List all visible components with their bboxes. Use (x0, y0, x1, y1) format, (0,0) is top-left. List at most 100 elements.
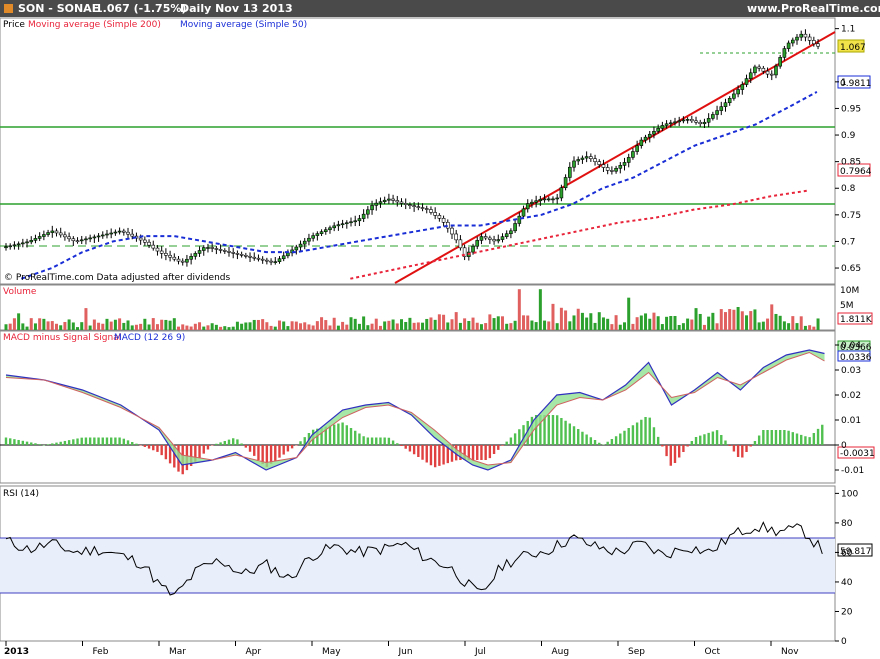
macd-hist-bar (286, 445, 290, 452)
price-panel[interactable] (0, 17, 836, 285)
macd-hist-bar (25, 441, 29, 445)
candle-body (260, 258, 265, 261)
macd-hist-bar (480, 445, 483, 460)
volume-bar (256, 319, 260, 330)
volume-bar (694, 308, 698, 330)
candle-body (332, 225, 336, 229)
macd-hist-bar (686, 445, 689, 447)
macd-hist-bar (17, 439, 20, 445)
macd-panel[interactable] (0, 330, 836, 484)
macd-hist-bar (404, 445, 407, 449)
candle-body (382, 199, 387, 202)
site-url: www.ProRealTime.com (747, 2, 880, 15)
candle-body (534, 200, 538, 203)
volume-bar (374, 318, 378, 330)
volume-bar (787, 323, 791, 330)
volume-last-value: 1.811K (840, 315, 873, 325)
candle-body (37, 236, 42, 239)
candle-body (488, 237, 492, 240)
macd-hist-bar (223, 441, 226, 445)
y-tick-label: 40 (841, 578, 853, 588)
macd-hist-bar (425, 445, 428, 463)
macd-hist-bar (274, 445, 277, 461)
volume-bar (134, 324, 138, 330)
volume-bar (728, 309, 732, 330)
candle-body (723, 102, 728, 107)
candle-body (151, 244, 156, 249)
macd-hist-bar (215, 443, 218, 445)
candle-body (235, 253, 240, 255)
macd-hist-bar (711, 431, 715, 445)
volume-bar (328, 325, 332, 330)
volume-bar (601, 317, 605, 330)
macd-hist-bar (114, 437, 117, 445)
candle-body (33, 238, 38, 241)
candle-body (248, 255, 252, 258)
macd-hist-bar (795, 433, 799, 445)
macd-hist-bar (513, 433, 517, 445)
macd-hist-bar (762, 430, 765, 445)
macd-hist-bar (715, 430, 719, 445)
volume-bar (572, 315, 576, 330)
volume-bar (803, 325, 807, 330)
macd-hist-bar (791, 432, 795, 445)
candle-body (458, 239, 463, 249)
x-tick-label: Aug (552, 647, 570, 657)
volume-bar (362, 316, 366, 330)
volume-bar (324, 320, 328, 330)
volume-bar (320, 317, 324, 330)
macd-hist-bar (131, 442, 134, 445)
volume-bar (357, 323, 361, 330)
volume-bar (151, 318, 155, 330)
macd-hist-bar (156, 445, 159, 452)
volume-bar (791, 316, 795, 330)
volume-bar (172, 318, 176, 330)
macd-hist-bar (118, 437, 121, 445)
candle-body (660, 125, 665, 129)
x-tick-label: Mar (169, 647, 186, 657)
volume-bar (231, 326, 235, 330)
menu-square-icon[interactable] (4, 4, 13, 13)
candle-body (530, 201, 534, 204)
candle-body (589, 156, 593, 160)
volume-bar (12, 318, 16, 330)
candle-body (492, 239, 496, 242)
y-tick-label: 0 (841, 637, 847, 647)
x-tick-label: 2013 (4, 647, 29, 657)
y-tick-label: 0.8 (841, 184, 856, 194)
volume-bar (252, 319, 256, 330)
candle-body (778, 57, 782, 67)
macd-hist-bar (678, 445, 681, 458)
y-tick-label: 80 (841, 519, 853, 529)
candle-body (685, 119, 690, 121)
candle-body (231, 252, 236, 254)
macd-hist-bar (59, 441, 62, 445)
volume-bar (155, 324, 159, 330)
macd-hist-bar (551, 415, 555, 445)
volume-bar (526, 315, 530, 330)
volume-bar (408, 317, 412, 330)
macd-hist-bar (232, 438, 235, 445)
candle-body (812, 40, 816, 45)
macd-hist-bar (236, 439, 239, 445)
volume-bar (715, 323, 719, 330)
volume-bar (488, 314, 492, 330)
macd-hist-bar (143, 445, 147, 447)
candle-body (172, 256, 177, 260)
candle-body (774, 65, 778, 76)
y-tick-label: 1 (841, 78, 847, 88)
candle-body (580, 157, 585, 160)
candle-body (210, 247, 214, 249)
candle-body (126, 231, 130, 235)
candle-body (357, 218, 362, 222)
candle-body (353, 220, 358, 223)
candle-body (113, 231, 118, 234)
volume-bar (311, 325, 315, 330)
x-tick-label: Sep (628, 647, 645, 657)
candle-body (568, 166, 572, 178)
macd-hist-bar (328, 425, 332, 445)
volume-bar (623, 322, 627, 330)
volume-bar (652, 312, 656, 330)
volume-bar (21, 323, 25, 330)
candle-body (42, 234, 46, 237)
